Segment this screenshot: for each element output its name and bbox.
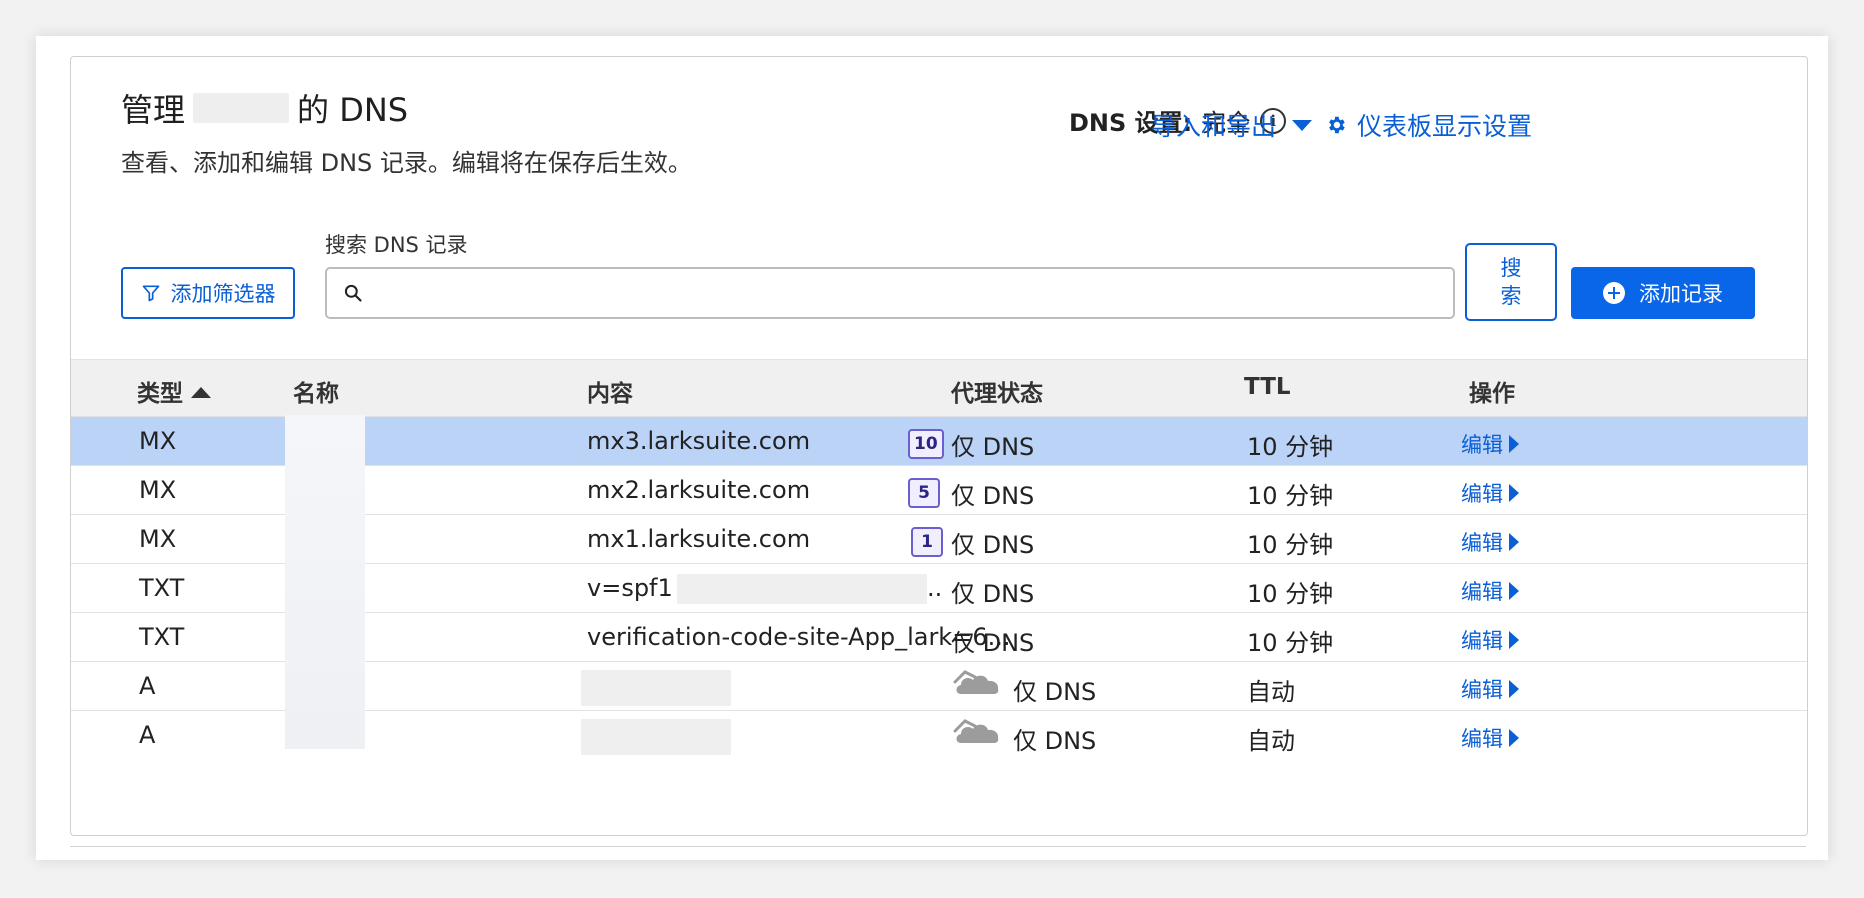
filter-icon: [142, 285, 159, 302]
caret-right-icon: [1509, 729, 1519, 747]
redacted-names: [285, 415, 365, 749]
record-ttl: 10 分钟: [1247, 482, 1334, 510]
edit-button[interactable]: 编辑: [1461, 478, 1519, 508]
sort-ascending-icon: [191, 387, 211, 398]
column-type-label: 类型: [137, 381, 183, 407]
table-header: 类型 名称 内容 代理状态 TTL 操作: [71, 359, 1807, 417]
record-content: mx3.larksuite.com: [587, 427, 811, 455]
redacted-content: [581, 719, 731, 755]
record-type: TXT: [139, 623, 185, 651]
dashboard-settings-button[interactable]: 仪表板显示设置: [1325, 107, 1532, 143]
edit-button[interactable]: 编辑: [1461, 429, 1519, 459]
search-field[interactable]: [325, 267, 1455, 319]
add-filter-label: 添加筛选器: [170, 282, 276, 306]
record-ttl: 10 分钟: [1247, 531, 1334, 559]
edit-button[interactable]: 编辑: [1461, 723, 1519, 753]
caret-right-icon: [1509, 582, 1519, 600]
column-header-actions: 操作: [1469, 381, 1515, 407]
title-prefix: 管理: [121, 91, 186, 129]
caret-right-icon: [1509, 533, 1519, 551]
redacted-domain: [193, 93, 290, 123]
page-title: 管理 的 DNS: [121, 85, 408, 131]
gear-icon: [1329, 116, 1345, 134]
add-filter-button[interactable]: 添加筛选器: [121, 267, 295, 319]
plus-circle-icon: [1603, 282, 1625, 304]
record-type: MX: [139, 476, 177, 504]
proxy-status: 仅 DNS: [1013, 678, 1097, 706]
redacted-content: [581, 670, 731, 706]
search-button-label: 搜索: [1500, 256, 1522, 308]
record-ttl: 10 分钟: [1247, 433, 1334, 461]
record-type: A: [139, 672, 156, 700]
edit-label: 编辑: [1461, 482, 1503, 506]
priority-badge: 1: [911, 527, 943, 557]
dns-only-cloud: [953, 668, 1019, 702]
caret-right-icon: [1509, 680, 1519, 698]
edit-button[interactable]: 编辑: [1461, 527, 1519, 557]
caret-right-icon: [1509, 484, 1519, 502]
search-input[interactable]: [373, 280, 1453, 306]
record-type: A: [139, 721, 156, 749]
edit-button[interactable]: 编辑: [1461, 576, 1519, 606]
edit-label: 编辑: [1461, 629, 1503, 653]
next-section-edge: [70, 846, 1806, 861]
search-label: 搜索 DNS 记录: [325, 233, 468, 257]
import-export-label: 导入和导出: [1151, 112, 1277, 141]
column-header-name[interactable]: 名称: [293, 374, 339, 408]
record-type: MX: [139, 427, 177, 455]
title-suffix: 的 DNS: [297, 91, 409, 129]
caret-down-icon: [1292, 119, 1313, 131]
proxy-status: 仅 DNS: [951, 629, 1035, 657]
search-icon: [344, 284, 362, 302]
record-content: mx2.larksuite.com: [587, 476, 811, 504]
edit-button[interactable]: 编辑: [1461, 625, 1519, 655]
column-header-ttl[interactable]: TTL: [1244, 374, 1291, 400]
dashboard-settings-label: 仪表板显示设置: [1357, 112, 1533, 141]
cloud-icon: [953, 719, 999, 743]
edit-label: 编辑: [1461, 531, 1503, 555]
proxy-status: 仅 DNS: [1013, 727, 1097, 755]
import-export-dropdown[interactable]: 导入和导出: [1151, 107, 1313, 143]
record-ttl: 10 分钟: [1247, 629, 1334, 657]
column-header-proxy: 代理状态: [951, 381, 1043, 407]
caret-right-icon: [1509, 631, 1519, 649]
record-ttl: 自动: [1247, 727, 1295, 755]
edit-label: 编辑: [1461, 433, 1503, 457]
cloud-icon: [953, 670, 999, 694]
ellipsis: ..: [927, 574, 943, 602]
column-header-content[interactable]: 内容: [587, 374, 633, 408]
proxy-status: 仅 DNS: [951, 433, 1035, 461]
page-subtitle: 查看、添加和编辑 DNS 记录。编辑将在保存后生效。: [121, 149, 692, 177]
edit-label: 编辑: [1461, 678, 1503, 702]
page-container: 管理 的 DNS 查看、添加和编辑 DNS 记录。编辑将在保存后生效。 DNS …: [36, 36, 1828, 860]
record-content: mx1.larksuite.com: [587, 525, 811, 553]
redacted-content: [677, 574, 927, 604]
dns-only-cloud: [953, 717, 1019, 751]
proxy-status: 仅 DNS: [951, 580, 1035, 608]
add-record-button[interactable]: 添加记录: [1571, 267, 1755, 319]
add-record-label: 添加记录: [1639, 282, 1723, 306]
record-content: verification-code-site-App_lark=6...: [587, 623, 1011, 651]
search-button[interactable]: 搜索: [1465, 243, 1557, 321]
priority-badge: 10: [908, 429, 944, 459]
record-type: TXT: [139, 574, 185, 602]
priority-badge: 5: [908, 478, 940, 508]
edit-button[interactable]: 编辑: [1461, 674, 1519, 704]
proxy-status: 仅 DNS: [951, 482, 1035, 510]
record-ttl: 10 分钟: [1247, 580, 1334, 608]
record-type: MX: [139, 525, 177, 553]
edit-label: 编辑: [1461, 727, 1503, 751]
column-header-type[interactable]: 类型: [137, 374, 211, 408]
caret-right-icon: [1509, 435, 1519, 453]
edit-label: 编辑: [1461, 580, 1503, 604]
record-ttl: 自动: [1247, 678, 1295, 706]
dns-card: 管理 的 DNS 查看、添加和编辑 DNS 记录。编辑将在保存后生效。 DNS …: [70, 56, 1808, 836]
proxy-status: 仅 DNS: [951, 531, 1035, 559]
